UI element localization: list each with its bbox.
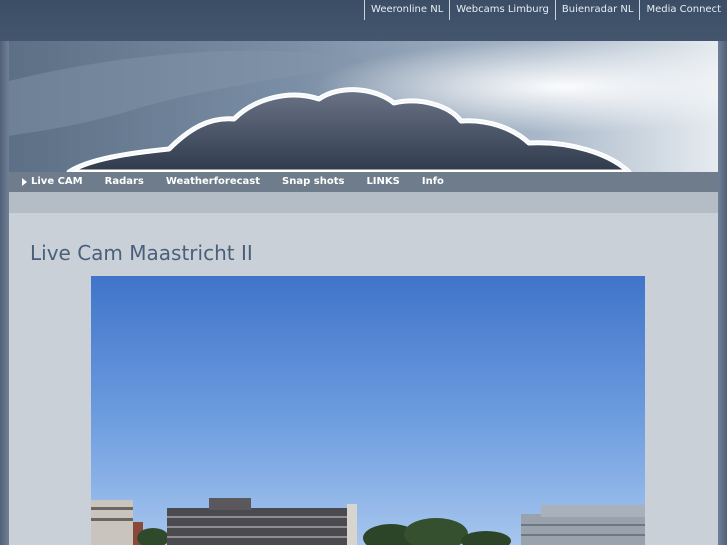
nav-item-label: Live CAM — [31, 176, 83, 187]
play-arrow-icon — [22, 178, 27, 186]
nav-item-links[interactable]: LINKS — [355, 172, 410, 192]
nav-item-label: Weatherforecast — [165, 176, 261, 187]
main-navigation: Live CAM Radars Weatherforecast Snap sho… — [9, 172, 718, 192]
webcam-scene-graphic — [91, 276, 645, 545]
top-link-weeronline[interactable]: Weeronline NL — [364, 0, 449, 20]
sub-navigation-bar — [9, 192, 718, 213]
nav-item-label: Radars — [104, 176, 144, 187]
top-link-webcams-limburg[interactable]: Webcams Limburg — [449, 0, 555, 20]
nav-item-live-cam[interactable]: Live CAM — [9, 172, 94, 192]
live-webcam-image — [91, 276, 645, 545]
top-bar: Weeronline NL Webcams Limburg Buienradar… — [0, 0, 727, 41]
nav-item-label: Info — [421, 176, 444, 187]
nav-item-radars[interactable]: Radars — [94, 172, 155, 192]
nav-item-label: Snap shots — [282, 176, 345, 187]
nav-item-weatherforecast[interactable]: Weatherforecast — [155, 172, 271, 192]
top-link-buienradar[interactable]: Buienradar NL — [554, 0, 640, 20]
nav-item-label: LINKS — [366, 176, 400, 187]
header-banner-cloud-image — [9, 41, 718, 172]
content-area: Live Cam Maastricht II — [9, 213, 718, 545]
cloud-banner-graphic — [9, 41, 718, 172]
nav-item-info[interactable]: Info — [411, 172, 455, 192]
top-link-media-connect[interactable]: Media Connect — [639, 0, 727, 20]
page-title: Live Cam Maastricht II — [30, 241, 253, 265]
top-links: Weeronline NL Webcams Limburg Buienradar… — [364, 0, 727, 20]
nav-item-snap-shots[interactable]: Snap shots — [271, 172, 355, 192]
